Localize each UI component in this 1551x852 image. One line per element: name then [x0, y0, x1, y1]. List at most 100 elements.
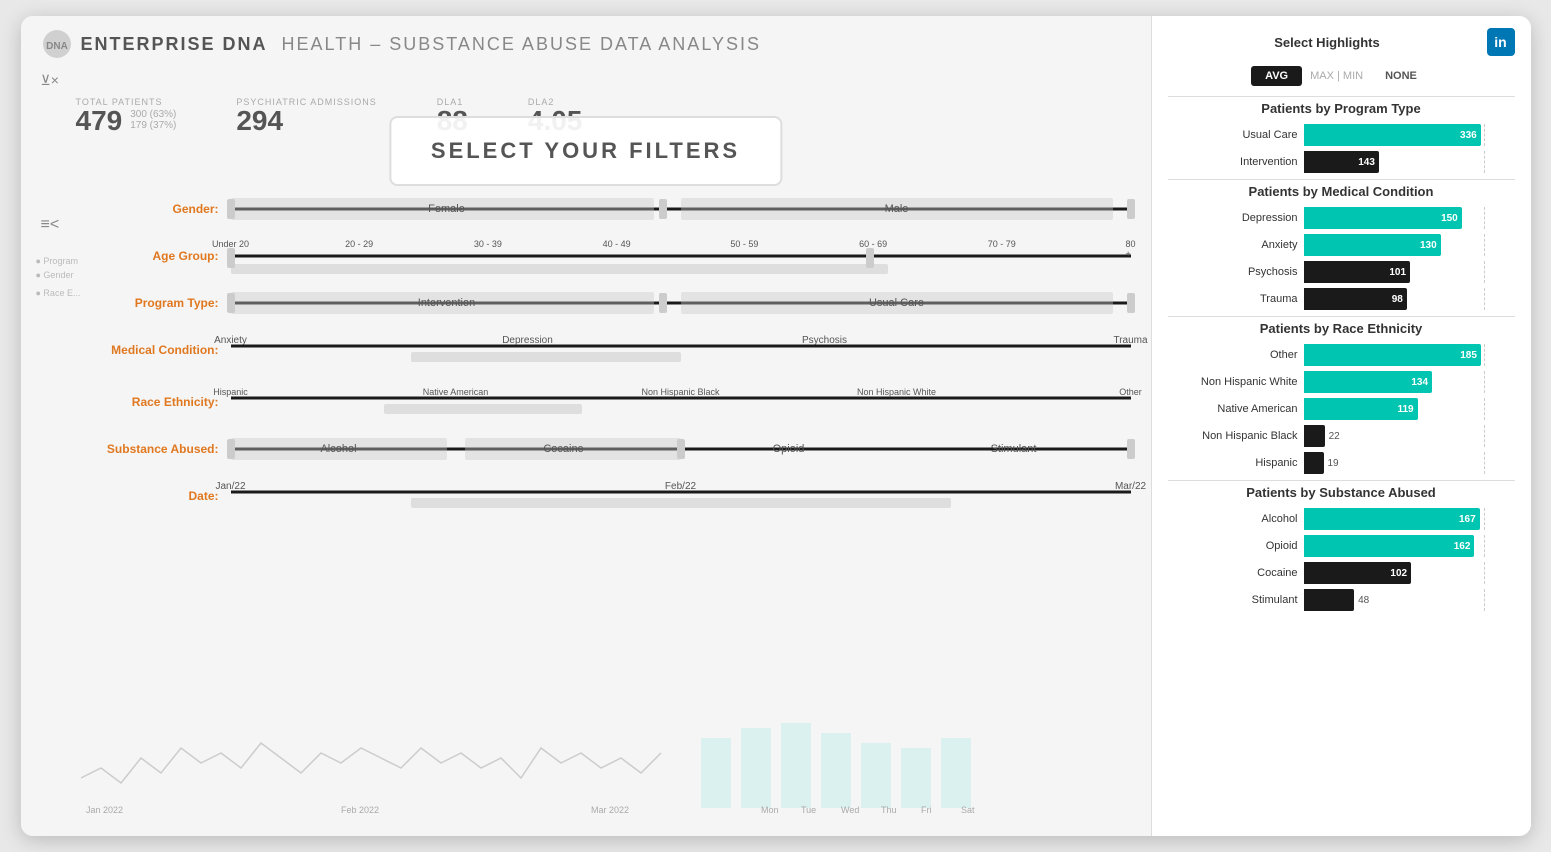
logo-icon: DNA — [41, 28, 73, 60]
highlights-header: Select Highlights in — [1168, 28, 1515, 56]
bar-container: 119 — [1304, 398, 1515, 420]
linkedin-icon[interactable]: in — [1487, 28, 1515, 56]
dashed-reference-line — [1484, 508, 1485, 530]
bar-value-outside: 19 — [1328, 458, 1339, 469]
dashed-reference-line — [1484, 151, 1485, 173]
collapse-button[interactable]: ≡< — [41, 216, 60, 234]
bar-value-outside: 22 — [1329, 431, 1340, 442]
medical-condition-section-title: Patients by Medical Condition — [1168, 179, 1515, 201]
medical-condition-chart: Depression 150 Anxiety130 Psychosis 101 Traum… — [1168, 207, 1515, 310]
bar-label: Alcohol — [1168, 513, 1298, 525]
program-type-chart: Usual Care336Intervention143 — [1168, 124, 1515, 173]
dashed-reference-line — [1484, 207, 1485, 229]
filter-icon-area: ⊻× — [21, 68, 1151, 93]
bar-fill: 167 — [1304, 508, 1480, 530]
race-ethnicity-section-title: Patients by Race Ethnicity — [1168, 316, 1515, 338]
bar-container: 167 — [1304, 508, 1515, 530]
bar-label: Stimulant — [1168, 594, 1298, 606]
race-ethnicity-chart: Other185Non Hispanic White134Native Amer… — [1168, 344, 1515, 474]
bar-fill — [1304, 589, 1355, 611]
bar-label: Intervention — [1168, 156, 1298, 168]
bar-fill: 102 — [1304, 562, 1412, 584]
bar-container: 336 — [1304, 124, 1515, 146]
svg-text:Tue: Tue — [801, 805, 816, 815]
dashed-reference-line — [1484, 562, 1485, 584]
tab-divider: MAX | MIN — [1310, 70, 1363, 82]
bar-fill — [1304, 452, 1324, 474]
dashboard: DNA ENTERPRISE DNA HEALTH – SUBSTANCE AB… — [21, 16, 1531, 836]
dashed-reference-line — [1484, 288, 1485, 310]
none-tab[interactable]: NONE — [1371, 66, 1431, 86]
program-type-filter-row: Program Type: Intervention Usual Care — [81, 288, 1131, 318]
bar-fill: 150 — [1304, 207, 1462, 229]
bar-row: Cocaine 102 — [1168, 562, 1515, 584]
psychiatric-admissions-stat: PSYCHIATRIC ADMISSIONS 294 — [236, 97, 376, 135]
bar-label: Opioid — [1168, 540, 1298, 552]
line-chart: Jan 2022 Feb 2022 Mar 2022 Mon Tue Wed T… — [81, 688, 1131, 818]
svg-text:Feb 2022: Feb 2022 — [341, 805, 379, 815]
bar-container: 150 — [1304, 207, 1515, 229]
bar-fill: 119 — [1304, 398, 1418, 420]
race-ethnicity-slider[interactable]: Hispanic Native American Non Hispanic Bl… — [231, 382, 1131, 422]
svg-text:Jan 2022: Jan 2022 — [86, 805, 123, 815]
bar-container: 22 — [1304, 425, 1515, 447]
program-type-slider[interactable]: Intervention Usual Care — [231, 288, 1131, 318]
bar-row: Native American119 — [1168, 398, 1515, 420]
bar-fill: 101 — [1304, 261, 1411, 283]
total-patients-stat: TOTAL PATIENTS 479 300 (63%) 179 (37%) — [76, 97, 177, 135]
dashed-reference-line — [1484, 452, 1485, 474]
program-type-section-title: Patients by Program Type — [1168, 96, 1515, 118]
bar-fill: 98 — [1304, 288, 1407, 310]
left-panel: DNA ENTERPRISE DNA HEALTH – SUBSTANCE AB… — [21, 16, 1151, 836]
bar-value-outside: 48 — [1358, 595, 1369, 606]
bottom-charts: Jan 2022 Feb 2022 Mar 2022 Mon Tue Wed T… — [21, 688, 1151, 828]
substance-abused-filter-row: Substance Abused: Alcohol Cocaine Opioid… — [81, 434, 1131, 464]
dashed-reference-line — [1484, 261, 1485, 283]
bar-container: 19 — [1304, 452, 1515, 474]
gender-slider[interactable]: Female Male — [231, 194, 1131, 224]
bar-row: Other 185 — [1168, 344, 1515, 366]
bar-row: Hispanic19 — [1168, 452, 1515, 474]
bar-fill: 162 — [1304, 535, 1475, 557]
avg-tab[interactable]: AVG — [1251, 66, 1302, 86]
age-group-slider[interactable]: Under 20 20 - 29 30 - 39 40 - 49 50 - 59… — [231, 236, 1131, 276]
highlight-tabs: AVG MAX | MIN NONE — [1168, 62, 1515, 90]
svg-text:Mar 2022: Mar 2022 — [591, 805, 629, 815]
bar-container: 143 — [1304, 151, 1515, 173]
age-group-filter-row: Age Group: Under 20 20 - 29 30 - 39 40 -… — [81, 236, 1131, 276]
svg-text:Fri: Fri — [921, 805, 932, 815]
bar-label: Psychosis — [1168, 266, 1298, 278]
bar-row: Trauma98 — [1168, 288, 1515, 310]
bar-fill: 143 — [1304, 151, 1379, 173]
bar-container: 185 — [1304, 344, 1515, 366]
bar-row: Alcohol 167 — [1168, 508, 1515, 530]
bar-container: 102 — [1304, 562, 1515, 584]
medical-condition-filter-row: Medical Condition: Anxiety Depression Ps… — [81, 330, 1131, 370]
bar-row: Anxiety130 — [1168, 234, 1515, 256]
dashed-reference-line — [1484, 589, 1485, 611]
substance-abused-section-title: Patients by Substance Abused — [1168, 480, 1515, 502]
bar-row: Psychosis 101 — [1168, 261, 1515, 283]
medical-condition-slider[interactable]: Anxiety Depression Psychosis Trauma — [231, 330, 1131, 370]
substance-abused-chart: Alcohol 167 Opioid 162 Cocaine 102 Stimulant 48 — [1168, 508, 1515, 611]
bar-label: Cocaine — [1168, 567, 1298, 579]
bar-row: Intervention 143 — [1168, 151, 1515, 173]
bar-row: Stimulant 48 — [1168, 589, 1515, 611]
svg-text:DNA: DNA — [46, 41, 68, 52]
dashed-reference-line — [1484, 371, 1485, 393]
bar-label: Depression — [1168, 212, 1298, 224]
bar-label: Non Hispanic Black — [1168, 430, 1298, 442]
bar-fill: 134 — [1304, 371, 1433, 393]
dashed-reference-line — [1484, 535, 1485, 557]
bar-label: Other — [1168, 349, 1298, 361]
bar-container: 130 — [1304, 234, 1515, 256]
filter-icon[interactable]: ⊻× — [41, 72, 59, 89]
filters-area: Gender: Female Male Age Group: — [21, 194, 1151, 688]
date-slider[interactable]: Jan/22 Feb/22 Mar/22 — [231, 476, 1131, 516]
bar-container: 134 — [1304, 371, 1515, 393]
bar-container: 162 — [1304, 535, 1515, 557]
substance-abused-slider[interactable]: Alcohol Cocaine Opioid Stimulant — [231, 434, 1131, 464]
dashed-reference-line — [1484, 344, 1485, 366]
bar-container: 98 — [1304, 288, 1515, 310]
header-bar: DNA ENTERPRISE DNA HEALTH – SUBSTANCE AB… — [21, 28, 1151, 68]
